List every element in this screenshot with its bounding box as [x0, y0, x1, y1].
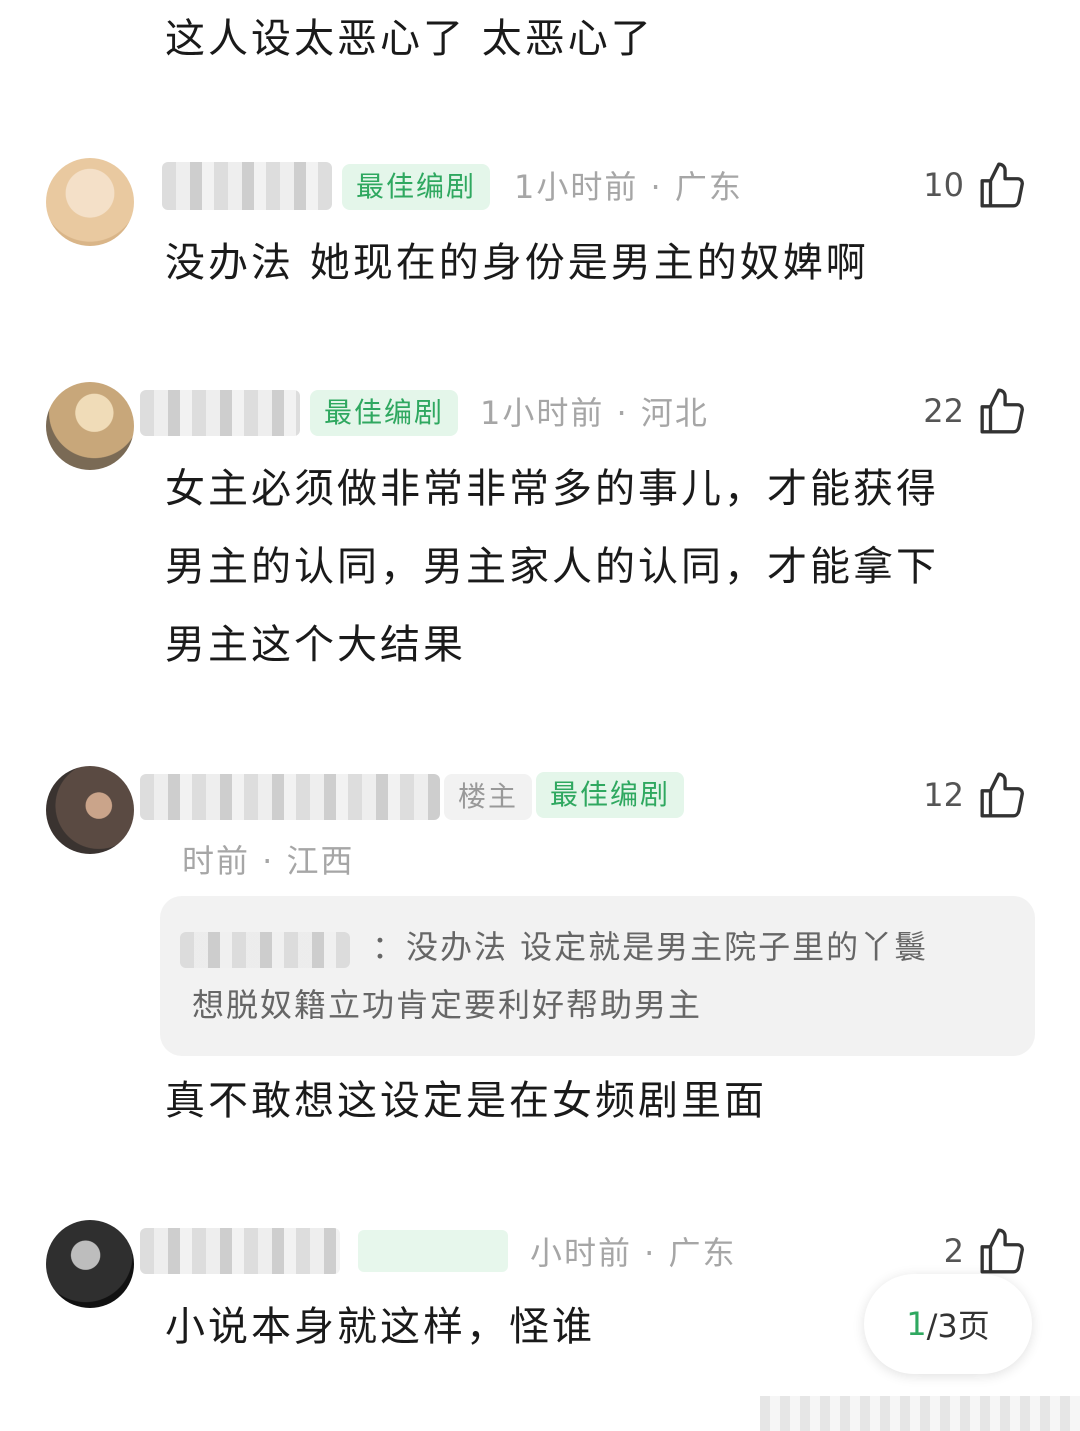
badge-blurred: [358, 1230, 508, 1272]
comment-text: 真不敢想这设定是在女频剧里面: [165, 1078, 767, 1124]
thumbs-up-icon: [980, 388, 1024, 434]
comment-meta: 1小时前 · 河北: [480, 394, 709, 432]
reply-text-line: 想脱奴籍立功肯定要利好帮助男主: [192, 986, 703, 1024]
username-blurred[interactable]: [162, 162, 332, 210]
quoted-reply[interactable]: ：没办法 设定就是男主院子里的丫鬟 想脱奴籍立功肯定要利好帮助男主: [160, 896, 1035, 1056]
total-pages: /3页: [926, 1307, 990, 1345]
op-tag: 楼主: [444, 774, 533, 820]
username-blurred[interactable]: [140, 774, 440, 820]
comment-text: 小说本身就这样，怪谁: [165, 1304, 595, 1350]
best-writer-badge: 最佳编剧: [310, 390, 459, 436]
page-indicator-button[interactable]: 1 /3页: [864, 1274, 1032, 1374]
like-button[interactable]: 22: [923, 386, 1028, 436]
best-writer-badge: 最佳编剧: [342, 164, 491, 210]
thumbs-up-icon: [980, 772, 1024, 818]
reply-text-line: ：没办法 设定就是男主院子里的丫鬟: [372, 928, 929, 966]
avatar[interactable]: [46, 382, 134, 470]
avatar[interactable]: [46, 766, 134, 854]
thumbs-up-icon: [980, 1228, 1024, 1274]
blurred-strip: [760, 1396, 1080, 1431]
like-count: 10: [923, 166, 964, 204]
avatar[interactable]: [46, 158, 134, 246]
comment-text: 这人设太恶心了 太恶心了: [165, 16, 654, 62]
like-count: 22: [923, 392, 964, 430]
avatar[interactable]: [46, 1220, 134, 1308]
comment-text-line: 男主的认同，男主家人的认同，才能拿下: [165, 544, 939, 590]
comment-meta: 时前 · 江西: [182, 842, 355, 880]
like-count: 12: [923, 776, 964, 814]
comment-meta: 1小时前 · 广东: [514, 168, 743, 206]
comment-text: 没办法 她现在的身份是男主的奴婢啊: [165, 240, 869, 286]
like-button[interactable]: 10: [923, 160, 1028, 210]
comment-text-line: 男主这个大结果: [165, 622, 466, 668]
reply-username-blurred: [180, 932, 350, 968]
best-writer-badge: 最佳编剧: [536, 772, 685, 818]
thumbs-up-icon: [980, 162, 1024, 208]
current-page: 1: [906, 1305, 927, 1343]
like-button[interactable]: 12: [923, 770, 1028, 820]
like-button[interactable]: 2: [944, 1226, 1028, 1276]
like-count: 2: [943, 1232, 964, 1270]
username-blurred[interactable]: [140, 1228, 340, 1274]
comment-meta: 小时前 · 广东: [530, 1234, 737, 1272]
username-blurred[interactable]: [140, 390, 300, 436]
comment-text-line: 女主必须做非常非常多的事儿，才能获得: [165, 466, 939, 512]
